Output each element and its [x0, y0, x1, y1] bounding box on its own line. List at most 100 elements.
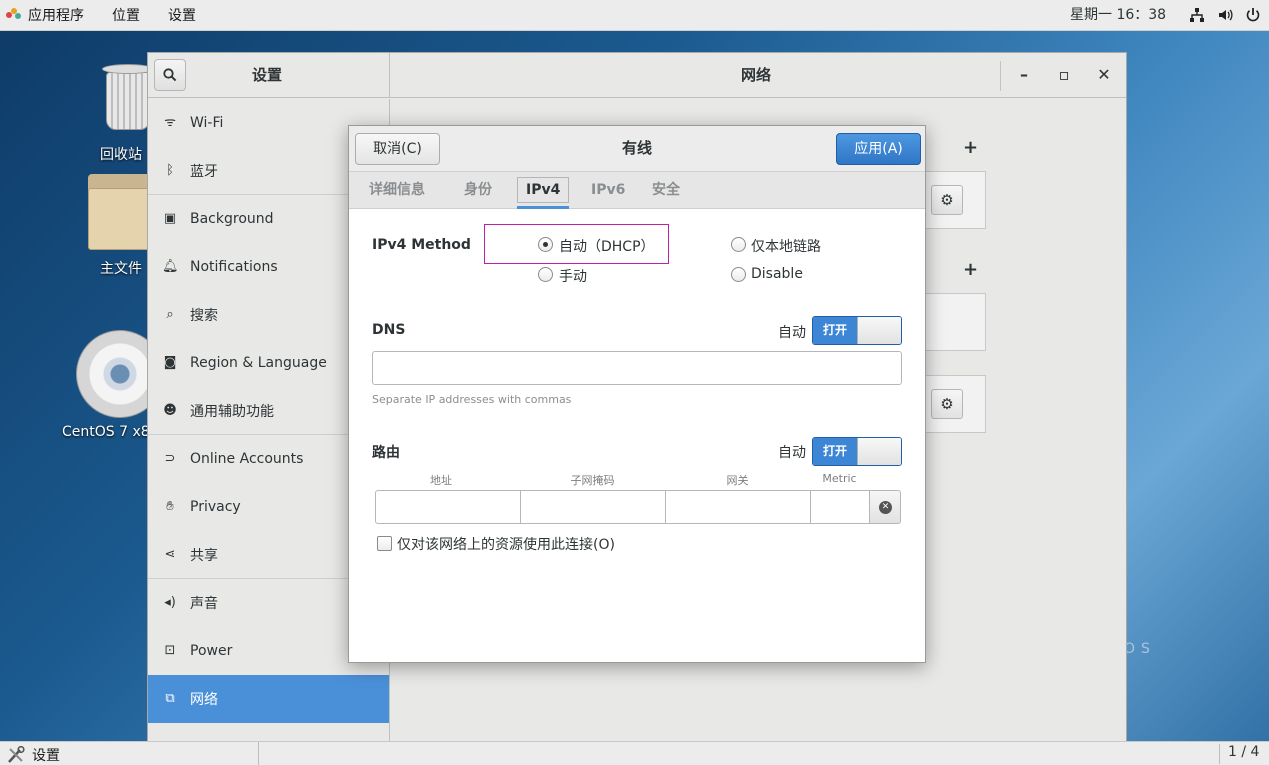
- trash-label: 回收站: [100, 147, 142, 163]
- tab-details[interactable]: 详细信息: [369, 172, 425, 209]
- main-header: 网络 – ▫ ✕: [390, 53, 1126, 98]
- sidebar-item-label: Notifications: [190, 259, 278, 275]
- vpn-panel: [920, 293, 986, 351]
- wifi-icon: ᯤ: [164, 115, 176, 130]
- dns-auto-label: 自动: [778, 325, 806, 341]
- route-delete-button[interactable]: ✕: [869, 490, 901, 524]
- sidebar-item-label: 声音: [190, 596, 218, 612]
- wired-settings-button[interactable]: ⚙: [931, 185, 963, 215]
- radio-auto-dhcp[interactable]: [538, 237, 553, 252]
- route-metric-input[interactable]: [810, 490, 870, 524]
- disable-label: Disable: [751, 266, 803, 282]
- taskbar-window-settings[interactable]: 设置: [6, 745, 60, 765]
- dialog-header: 取消(C) 有线 应用(A): [349, 126, 925, 172]
- camera-icon: ◙: [163, 355, 177, 370]
- radio-disable[interactable]: [731, 267, 746, 282]
- search-button[interactable]: [154, 59, 186, 91]
- background-icon: ▣: [163, 211, 177, 226]
- sidebar-item-label: Online Accounts: [190, 451, 304, 467]
- taskbar-window-label: 设置: [32, 748, 60, 764]
- dns-label: DNS: [372, 322, 406, 338]
- routes-auto-label: 自动: [778, 445, 806, 461]
- ipv4-method-label: IPv4 Method: [372, 237, 471, 253]
- page-title: 网络: [741, 66, 772, 84]
- dns-hint: Separate IP addresses with commas: [372, 393, 572, 406]
- tab-ipv4-label: IPv4: [517, 177, 570, 203]
- switch-knob: [857, 438, 901, 465]
- close-button[interactable]: ✕: [1094, 65, 1114, 85]
- route-col-metric: Metric: [822, 472, 857, 485]
- link-local-label: 仅本地链路: [751, 239, 821, 255]
- tab-security[interactable]: 安全: [652, 172, 680, 209]
- bluetooth-icon: ᛒ: [166, 163, 174, 178]
- volume-icon[interactable]: [1216, 7, 1234, 25]
- speaker-icon: ◂): [164, 595, 176, 610]
- search-icon: [163, 68, 177, 82]
- only-local-label: 仅对该网络上的资源使用此连接(O): [397, 537, 615, 553]
- route-netmask-input[interactable]: [520, 490, 666, 524]
- routes-label: 路由: [372, 445, 400, 461]
- power-icon[interactable]: [1244, 7, 1262, 25]
- only-local-checkbox[interactable]: [377, 536, 392, 551]
- accessibility-icon: ☻: [163, 403, 177, 418]
- taskbar-separator: [258, 742, 259, 765]
- wired-panel: ⚙: [920, 171, 986, 229]
- network-status-icon[interactable]: [1188, 7, 1206, 25]
- add-vpn-button[interactable]: +: [963, 259, 978, 280]
- sidebar-title: 设置: [252, 66, 283, 84]
- sidebar-item-network[interactable]: ⧉ 网络: [148, 675, 389, 723]
- sidebar-item-label: Wi-Fi: [190, 115, 224, 131]
- route-address-input[interactable]: [375, 490, 521, 524]
- dns-switch-label: 打开: [813, 317, 857, 344]
- tab-ipv6[interactable]: IPv6: [591, 172, 625, 209]
- wallpaper-watermark: OS: [1124, 641, 1156, 657]
- sidebar-item-label: Power: [190, 643, 233, 659]
- tab-ipv4[interactable]: IPv4: [517, 172, 570, 209]
- gear-icon: ⚙: [940, 395, 954, 413]
- online-accounts-icon: ⊃: [164, 451, 176, 466]
- wired-connection-dialog: 取消(C) 有线 应用(A) 详细信息 身份 IPv4 IPv6 安全 IPv4…: [348, 125, 926, 663]
- settings-tools-icon: [8, 746, 25, 763]
- dns-input[interactable]: [372, 351, 902, 385]
- places-menu[interactable]: 位置: [98, 0, 154, 30]
- clear-icon: ✕: [879, 501, 892, 514]
- minimize-button[interactable]: –: [1014, 65, 1034, 85]
- switch-knob: [857, 317, 901, 344]
- radio-manual[interactable]: [538, 267, 553, 282]
- route-gateway-input[interactable]: [665, 490, 811, 524]
- bottom-taskbar: 设置 1 / 4: [0, 741, 1269, 765]
- disc-label: CentOS 7 x8: [62, 424, 150, 440]
- route-col-gateway: 网关: [726, 474, 749, 487]
- sidebar-item-label: Region & Language: [190, 355, 327, 371]
- network-icon: ⧉: [165, 691, 175, 706]
- apps-logo-icon: [6, 8, 22, 22]
- sidebar-header: 设置: [148, 53, 390, 98]
- applications-label: 应用程序: [28, 8, 84, 24]
- gear-icon: ⚙: [940, 191, 954, 209]
- applications-menu[interactable]: 应用程序: [0, 0, 98, 30]
- hand-icon: ✋︎: [166, 499, 174, 514]
- proxy-panel: ⚙: [920, 375, 986, 433]
- proxy-settings-button[interactable]: ⚙: [931, 389, 963, 419]
- workspace-pager[interactable]: 1 / 4: [1219, 744, 1269, 764]
- settings-menu[interactable]: 设置: [154, 0, 210, 30]
- sidebar-item-label: 蓝牙: [190, 163, 218, 180]
- clock[interactable]: 星期一 16：38: [1070, 0, 1166, 31]
- tab-identity[interactable]: 身份: [464, 172, 492, 209]
- apply-button[interactable]: 应用(A): [836, 133, 921, 165]
- sidebar-item-label: 通用辅助功能: [190, 403, 274, 420]
- sidebar-item-label: Privacy: [190, 499, 241, 515]
- route-col-address: 地址: [430, 474, 452, 487]
- dns-auto-switch[interactable]: 打开: [812, 316, 902, 345]
- routes-auto-switch[interactable]: 打开: [812, 437, 902, 466]
- auto-dhcp-label: 自动（DHCP）: [559, 239, 655, 255]
- radio-link-local[interactable]: [731, 237, 746, 252]
- sidebar-item-label: 共享: [190, 547, 218, 564]
- manual-label: 手动: [559, 269, 587, 285]
- maximize-button[interactable]: ▫: [1054, 65, 1074, 85]
- bell-icon: 🔔︎: [162, 259, 179, 274]
- route-col-netmask: 子网掩码: [570, 474, 615, 487]
- share-icon: ⋖: [164, 547, 176, 562]
- add-connection-button[interactable]: +: [963, 137, 978, 158]
- sidebar-item-label: 网络: [190, 692, 218, 708]
